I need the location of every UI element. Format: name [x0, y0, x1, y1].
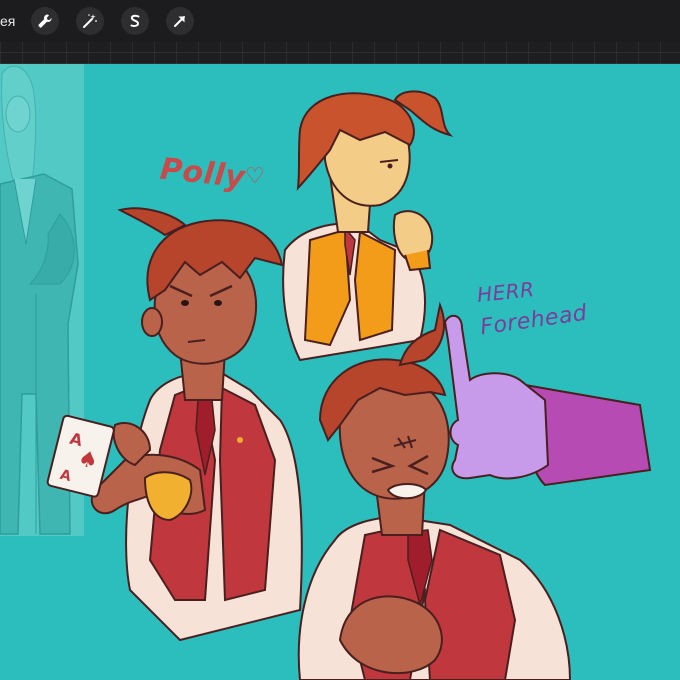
selection-s-icon — [130, 14, 140, 27]
arrow-cursor-icon — [174, 16, 186, 27]
pointing-glove — [443, 314, 652, 487]
sketch-artwork — [46, 90, 652, 680]
wrench-icon — [38, 14, 52, 28]
transform-button[interactable] — [166, 7, 195, 35]
figure-thinking — [282, 90, 454, 362]
figure-wincing — [297, 301, 572, 680]
canvas-ruler-strip — [0, 42, 680, 65]
drawing-canvas[interactable]: A ♠ A Polly ♡ HERR Forehead — [0, 64, 680, 680]
selection-button[interactable] — [121, 7, 150, 35]
figure-card-trick — [46, 207, 303, 642]
toolbar: ея — [0, 0, 680, 42]
wrench-button[interactable] — [31, 7, 60, 35]
adjustments-button[interactable] — [76, 7, 105, 35]
gallery-link[interactable]: ея — [0, 13, 15, 29]
magic-wand-icon — [83, 14, 98, 28]
heart-icon: ♡ — [245, 164, 266, 189]
